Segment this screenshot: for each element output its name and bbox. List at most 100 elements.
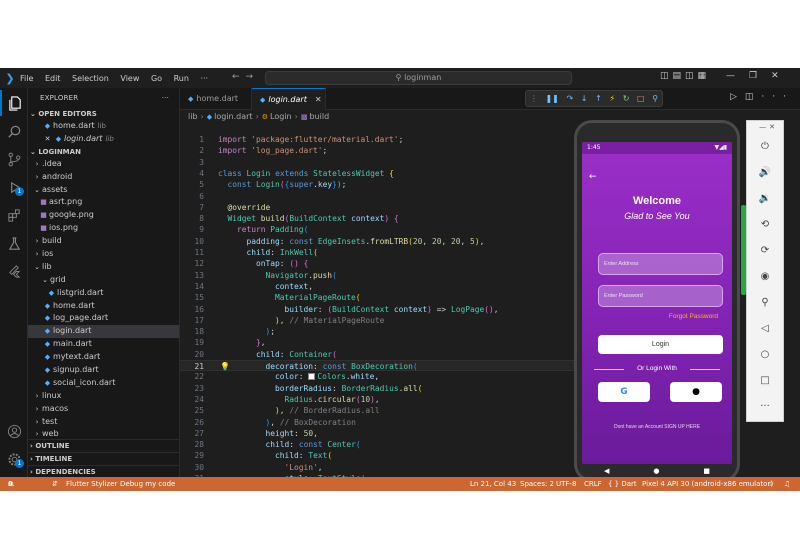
inspect-icon[interactable]: ⚲ [652,94,658,103]
cursor-position[interactable]: Ln 21, Col 43 [470,477,516,491]
menu-run[interactable]: Run [174,74,189,83]
hot-reload-icon[interactable]: ⚡ [609,94,615,103]
camera-icon[interactable]: ◉ [747,263,783,289]
timeline-section[interactable]: › TIMELINE [28,452,180,464]
back-arrow-icon[interactable]: ← [232,72,246,82]
tree-item[interactable]: ◆ log_page.dart [28,312,179,325]
menu-go[interactable]: Go [151,74,162,83]
tree-item[interactable]: ◆ mytext.dart [28,351,179,364]
command-center-search[interactable]: ⚲ loginman [265,71,572,85]
volume-up-icon[interactable]: 🔊 [747,159,783,185]
google-login-button[interactable]: G [598,382,650,402]
feedback-icon[interactable]: ☆ [768,477,774,491]
tree-item[interactable]: › build [28,235,179,248]
minimize-icon[interactable]: — [726,71,749,81]
explorer-activity[interactable] [0,90,28,116]
tree-item[interactable]: ⌄ lib [28,261,179,274]
breadcrumb-method[interactable]: build [309,112,329,121]
tab-home-dart[interactable]: ◆ home.dart [180,88,252,110]
close-window-icon[interactable]: ✕ [771,71,793,81]
flutter-activity[interactable] [0,258,28,284]
drag-handle-icon[interactable]: ⋮ [530,94,538,103]
split-editor-icon[interactable]: ◫ [745,92,762,102]
flutter-stylizer-item[interactable]: Flutter Stylizer [66,477,117,491]
more-icon[interactable]: ··· [747,393,783,419]
tree-item[interactable]: ◆ home.dart [28,300,179,313]
tree-item[interactable]: › linux [28,390,179,403]
forward-arrow-icon[interactable]: → [246,72,260,82]
tree-item[interactable]: ◆ listgrid.dart [28,287,179,300]
encoding[interactable]: UTF-8 [556,477,576,491]
breadcrumb-class[interactable]: Login [270,112,292,121]
search-activity[interactable] [0,118,28,144]
source-control-activity[interactable] [0,146,28,172]
rotate-right-icon[interactable]: ⟳ [747,237,783,263]
menu-selection[interactable]: Selection [72,74,109,83]
menu-more[interactable]: ··· [200,74,208,83]
nav-recents-icon[interactable]: ■ [703,467,710,475]
customize-layout-icon[interactable]: ▦ [698,71,711,81]
project-section[interactable]: ⌄ LOGINMAN [28,146,179,158]
zoom-icon[interactable]: ⚲ [747,289,783,315]
back-arrow-icon[interactable]: ← [589,172,597,182]
password-field[interactable]: Enter Password [598,285,723,307]
tree-item[interactable]: ◆ main.dart [28,338,179,351]
language-mode[interactable]: { } Dart [608,477,637,491]
toggle-panel-icon[interactable]: ▤ [673,71,686,81]
close-tab-icon[interactable]: ✕ [315,95,322,104]
extensions-activity[interactable] [0,202,28,228]
menu-view[interactable]: View [120,74,139,83]
tree-item[interactable]: ■ google.png [28,209,179,222]
line-ending[interactable]: CRLF [584,477,602,491]
toggle-secondary-icon[interactable]: ◫ [685,71,698,81]
more-editor-icon[interactable]: ··· [761,92,794,102]
menu-edit[interactable]: Edit [45,74,61,83]
signup-link[interactable]: Dont have an Account SIGN UP HERE [582,424,732,430]
dependencies-section[interactable]: › DEPENDENCIES [28,465,180,477]
rotate-left-icon[interactable]: ⟲ [747,211,783,237]
close-icon[interactable]: ✕ [42,133,53,146]
tree-item[interactable]: › ios [28,248,179,261]
minimize-icon[interactable]: — [759,123,769,131]
breadcrumb-file[interactable]: login.dart [214,112,252,121]
tree-item[interactable]: ◆ social_icon.dart [28,377,179,390]
tab-login-dart[interactable]: ◆ login.dart ✕ [252,88,326,110]
stop-icon[interactable]: □ [637,94,645,103]
tree-item[interactable]: ◆ signup.dart [28,364,179,377]
tree-item[interactable]: ⌄ grid [28,274,179,287]
tree-item[interactable]: ⌄ assets [28,184,179,197]
outline-section[interactable]: › OUTLINE [28,439,180,451]
tree-item[interactable]: › macos [28,403,179,416]
tree-item[interactable]: ■ asrt.png [28,196,179,209]
volume-down-icon[interactable]: 🔉 [747,185,783,211]
close-icon[interactable]: ✕ [769,123,778,131]
email-field[interactable]: Enter Address [598,253,723,275]
restart-icon[interactable]: ↻ [623,94,630,103]
login-button[interactable]: Login [598,335,723,354]
overview-icon[interactable]: □ [747,367,783,393]
breadcrumb-lib[interactable]: lib [188,112,198,121]
run-config-icon[interactable]: ▷ [730,92,745,102]
run-debug-activity[interactable]: 1 [0,174,28,200]
ports-icon[interactable]: ⇵ [52,477,58,491]
step-over-icon[interactable]: ↷ [566,94,573,103]
tree-item-selected[interactable]: ◆ login.dart [28,325,179,339]
restore-icon[interactable]: ❐ [749,71,771,81]
apple-login-button[interactable]: ● [670,382,722,402]
toggle-sidebar-icon[interactable]: ◫ [660,71,673,81]
nav-home-icon[interactable]: ● [653,467,659,475]
pause-icon[interactable]: ❚❚ [545,94,558,103]
open-editor-item[interactable]: ✕ ◆ login.dart lib [28,133,179,146]
notifications-icon[interactable]: ♫ [784,477,790,491]
home-icon[interactable]: ○ [747,341,783,367]
nav-back-icon[interactable]: ◀ [604,467,609,475]
open-editor-item[interactable]: ◆ home.dart lib [28,120,179,133]
indentation[interactable]: Spaces: 2 [520,477,554,491]
color-swatch-white[interactable] [308,373,316,381]
open-editors-section[interactable]: ⌄ OPEN EDITORS [28,108,179,120]
back-icon[interactable]: ◁ [747,315,783,341]
power-icon[interactable]: ⏻ [747,133,783,159]
more-actions-icon[interactable]: ··· [162,88,169,108]
forgot-password-link[interactable]: Forgot Password [669,313,718,320]
testing-activity[interactable] [0,230,28,256]
